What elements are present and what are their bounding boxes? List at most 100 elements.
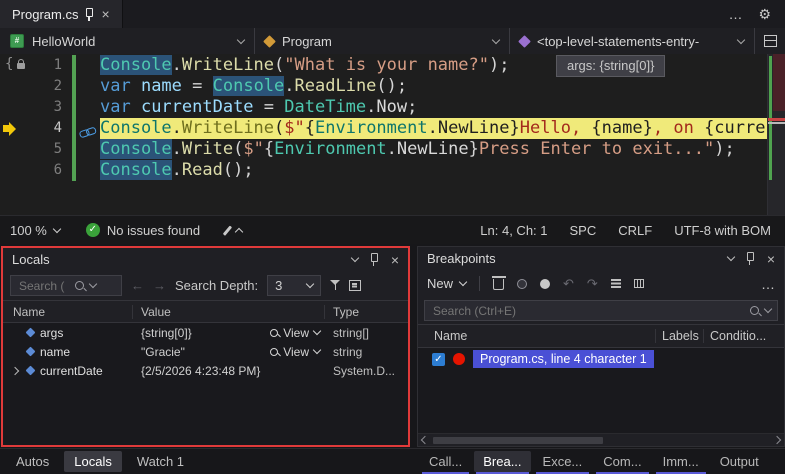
locals-window: Locals × ← → Search Depth: 3 (1, 246, 410, 447)
type-dropdown[interactable]: Program (255, 28, 510, 54)
view-dropdown[interactable]: View (270, 345, 322, 359)
new-breakpoint-button[interactable]: New (427, 276, 468, 291)
more-options-icon[interactable]: … (728, 6, 742, 22)
issues-indicator[interactable]: ✓ No issues found (85, 223, 200, 238)
close-icon[interactable]: × (767, 252, 775, 266)
table-row[interactable]: currentDate {2/5/2026 4:23:48 PM} System… (3, 361, 408, 380)
table-row[interactable]: name "Gracie" View string (3, 342, 408, 361)
pin-icon[interactable] (746, 252, 754, 265)
split-window-button[interactable] (755, 28, 785, 54)
locals-search-box[interactable] (10, 275, 122, 296)
go-to-source-button[interactable] (610, 279, 621, 288)
status-right-group: Ln: 4, Ch: 1 SPC CRLF UTF-8 with BOM (480, 223, 775, 238)
tab-autos[interactable]: Autos (6, 451, 59, 472)
column-header-type[interactable]: Type (325, 305, 408, 319)
code-line[interactable]: 4 Console.WriteLine($"{Environment.NewLin… (0, 118, 768, 139)
breakpoint-checkbox[interactable]: ✓ (432, 352, 445, 366)
visual-studio-window: Program.cs × … ⚙ # HelloWorld Program <t… (0, 0, 785, 474)
locals-title: Locals (12, 252, 50, 267)
search-back-icon[interactable]: ← (131, 278, 144, 293)
datatip[interactable]: args: {string[0]} (556, 55, 666, 77)
tab-exception-settings[interactable]: Exce... (534, 451, 592, 474)
zoom-control[interactable]: 100 % (10, 223, 62, 238)
table-row[interactable]: args {string[0]} View string[] (3, 323, 408, 342)
code-line[interactable]: 6 Console.Read(); (0, 160, 768, 181)
tab-output[interactable]: Output (711, 451, 768, 472)
class-icon (263, 34, 276, 48)
tab-breakpoints[interactable]: Brea... (474, 451, 531, 474)
editor-status-bar: 100 % ✓ No issues found Ln: 4, Ch: 1 SPC… (0, 215, 785, 244)
expander-icon[interactable] (10, 366, 20, 375)
disable-all-breakpoints-button[interactable] (517, 278, 528, 289)
code-text: Console.WriteLine($"{Environment.NewLine… (100, 118, 768, 139)
code-line[interactable]: 3 var currentDate = DateTime.Now; (0, 97, 768, 118)
locals-search-input[interactable] (17, 277, 69, 294)
code-line[interactable]: 2 var name = Console.ReadLine(); (0, 76, 768, 97)
tab-watch-1[interactable]: Watch 1 (127, 451, 194, 472)
filter-button[interactable] (330, 280, 341, 291)
chevron-down-icon[interactable] (88, 279, 98, 289)
line-endings[interactable]: CRLF (618, 223, 652, 238)
variable-type: System.D... (333, 363, 396, 378)
tab-immediate-window[interactable]: Imm... (654, 451, 708, 474)
editor-scrollbar[interactable] (767, 54, 785, 215)
hollow-circle-icon (540, 278, 551, 289)
search-forward-icon[interactable]: → (153, 278, 166, 293)
code-line[interactable]: 5 Console.Write($"{Environment.NewLine}Pr… (0, 139, 768, 160)
breakpoints-search-box[interactable] (424, 300, 778, 321)
scrollbar-thumb[interactable] (433, 436, 603, 444)
pin-icon[interactable] (370, 253, 378, 266)
scroll-left-icon[interactable] (420, 435, 430, 445)
column-header-name[interactable]: Name (3, 304, 133, 319)
close-icon[interactable]: × (101, 7, 109, 21)
type-name: Program (282, 33, 332, 49)
column-header-conditions[interactable]: Conditio... (704, 329, 784, 343)
import-breakpoints-button[interactable]: ↷ (587, 276, 598, 292)
breakpoints-window: Breakpoints × New ↶ ↷ … Search (Ctrl+E) … (417, 246, 785, 447)
toolbar-separator (479, 276, 481, 291)
tab-program-cs[interactable]: Program.cs × (0, 0, 123, 28)
code-editor[interactable]: { 1 Console.WriteLine("What is your name?… (0, 54, 785, 215)
window-menu-icon[interactable] (726, 252, 736, 262)
pin-icon[interactable] (86, 7, 94, 21)
scroll-right-icon[interactable] (772, 435, 782, 445)
enable-all-breakpoints-button[interactable] (540, 278, 551, 289)
split-window-icon (763, 35, 777, 47)
indentation-mode[interactable]: SPC (570, 223, 597, 238)
open-window-button[interactable] (349, 280, 362, 291)
delete-breakpoint-button[interactable] (491, 276, 506, 290)
tab-locals[interactable]: Locals (64, 451, 122, 472)
breakpoint-label[interactable]: Program.cs, line 4 character 1 (473, 350, 654, 368)
code-cleanup-control[interactable] (222, 224, 243, 236)
locals-title-bar[interactable]: Locals × (3, 248, 408, 271)
right-tool-tabs: Call... Brea... Exce... Com... Imm... Ou… (417, 449, 785, 474)
member-dropdown[interactable]: <top-level-statements-entry- (510, 28, 755, 54)
chevron-down-icon (736, 35, 746, 44)
search-depth-select[interactable]: 3 (267, 275, 322, 296)
chevron-down-icon[interactable] (763, 304, 773, 314)
tab-call-stack[interactable]: Call... (420, 451, 471, 474)
column-header-labels[interactable]: Labels (656, 329, 704, 343)
more-options-icon[interactable]: … (761, 276, 775, 292)
column-header-name[interactable]: Name (418, 329, 656, 343)
breakpoint-icon (453, 353, 465, 365)
columns-button[interactable] (633, 279, 644, 288)
search-icon (750, 306, 759, 315)
breakpoints-search-input[interactable] (431, 302, 744, 319)
encoding[interactable]: UTF-8 with BOM (674, 223, 771, 238)
settings-gear-icon[interactable]: ⚙ (758, 6, 771, 23)
scrollbar-thumb[interactable] (773, 54, 785, 111)
window-menu-icon[interactable] (350, 253, 360, 263)
export-breakpoints-button[interactable]: ↶ (563, 276, 574, 292)
filled-circle-icon (517, 278, 528, 289)
column-header-value[interactable]: Value (133, 304, 325, 319)
cursor-position[interactable]: Ln: 4, Ch: 1 (480, 223, 547, 238)
code-text: Console.WriteLine("What is your name?"); (100, 55, 510, 75)
project-dropdown[interactable]: # HelloWorld (0, 28, 255, 54)
horizontal-scrollbar[interactable] (418, 433, 784, 446)
view-dropdown[interactable]: View (270, 326, 322, 340)
tab-command-window[interactable]: Com... (594, 451, 650, 474)
breakpoints-title-bar[interactable]: Breakpoints × (418, 247, 784, 270)
close-icon[interactable]: × (391, 253, 399, 267)
breakpoint-row[interactable]: ✓ Program.cs, line 4 character 1 (418, 348, 784, 370)
